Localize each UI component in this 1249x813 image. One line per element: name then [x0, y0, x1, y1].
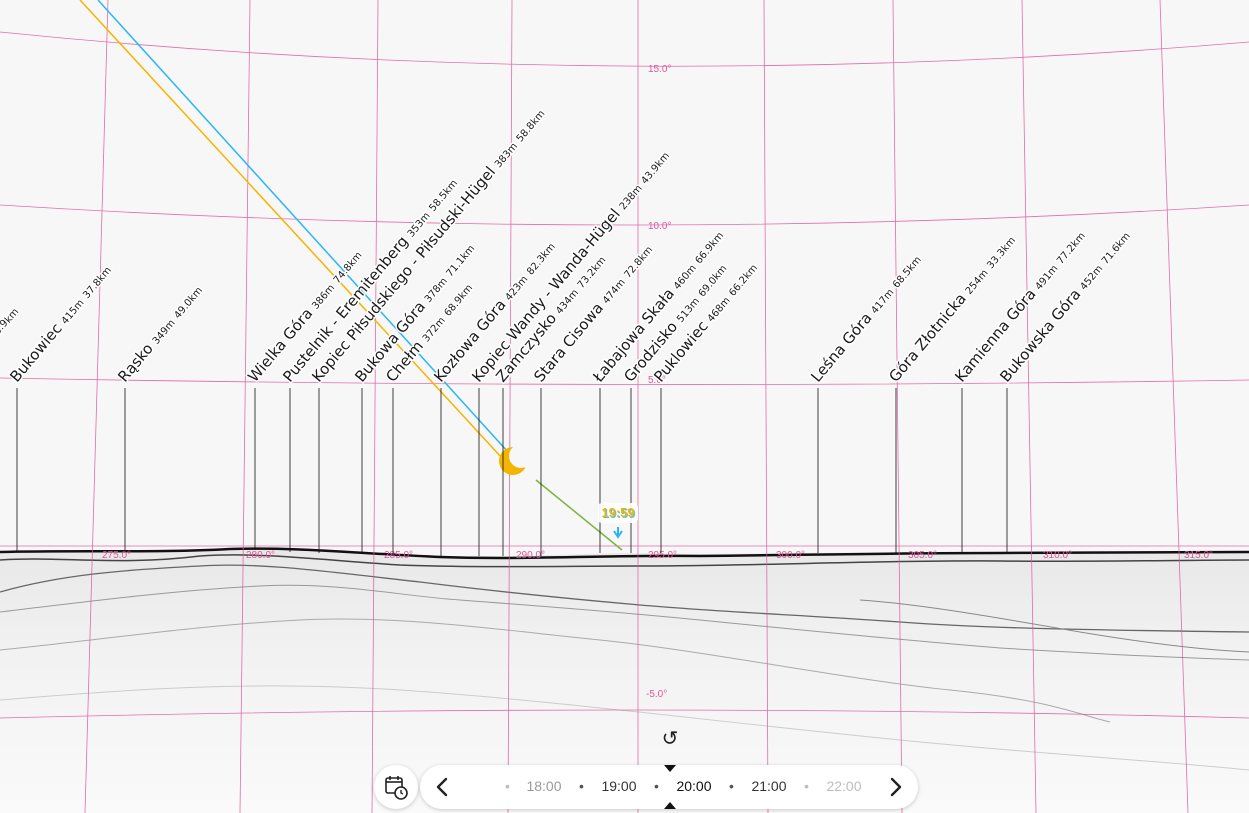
timeline-prev-button[interactable]: [422, 765, 462, 809]
timeline-tick: •: [579, 778, 584, 794]
azimuth-label: 295.0°: [648, 550, 677, 561]
panorama-view[interactable]: 15.0° 10.0° 5.0° -5.0° 275.0° 280.0° 285…: [0, 0, 1249, 813]
chevron-right-icon: [890, 777, 902, 797]
azimuth-label: 305.0°: [908, 550, 937, 561]
elevation-label: 15.0°: [648, 64, 671, 75]
date-time-picker-button[interactable]: [374, 765, 418, 809]
timeline-hour-19[interactable]: 19:00: [589, 778, 649, 794]
azimuth-label: 280.0°: [246, 550, 275, 561]
current-time-marker-bottom: [664, 802, 676, 809]
reset-rotation-icon: ↺: [661, 728, 679, 750]
timeline-hour-22[interactable]: 22:00: [814, 778, 874, 794]
azimuth-label: 300.0°: [776, 550, 805, 561]
elevation-label: -5.0°: [646, 689, 667, 700]
moonset-time-badge: 19:59: [598, 503, 638, 523]
azimuth-label: 275.0°: [102, 550, 131, 561]
azimuth-label: 315.0°: [1184, 550, 1213, 561]
timeline-tick: •: [804, 778, 809, 794]
azimuth-label: 310.0°: [1043, 550, 1072, 561]
elevation-label: 10.0°: [648, 221, 671, 232]
timeline-hour-18[interactable]: 18:00: [514, 778, 574, 794]
timeline-tick: •: [729, 778, 734, 794]
calendar-clock-icon: [385, 776, 408, 800]
reset-view-button[interactable]: ↺: [656, 725, 684, 753]
timeline-next-button[interactable]: [876, 765, 916, 809]
timeline-hour-21[interactable]: 21:00: [739, 778, 799, 794]
azimuth-label: 285.0°: [384, 550, 413, 561]
timeline-tick: •: [654, 778, 659, 794]
current-time-marker-top: [664, 765, 676, 772]
timeline-hour-20-current[interactable]: 20:00: [664, 778, 724, 794]
timeline-tick: •: [505, 778, 510, 794]
chevron-left-icon: [436, 777, 448, 797]
